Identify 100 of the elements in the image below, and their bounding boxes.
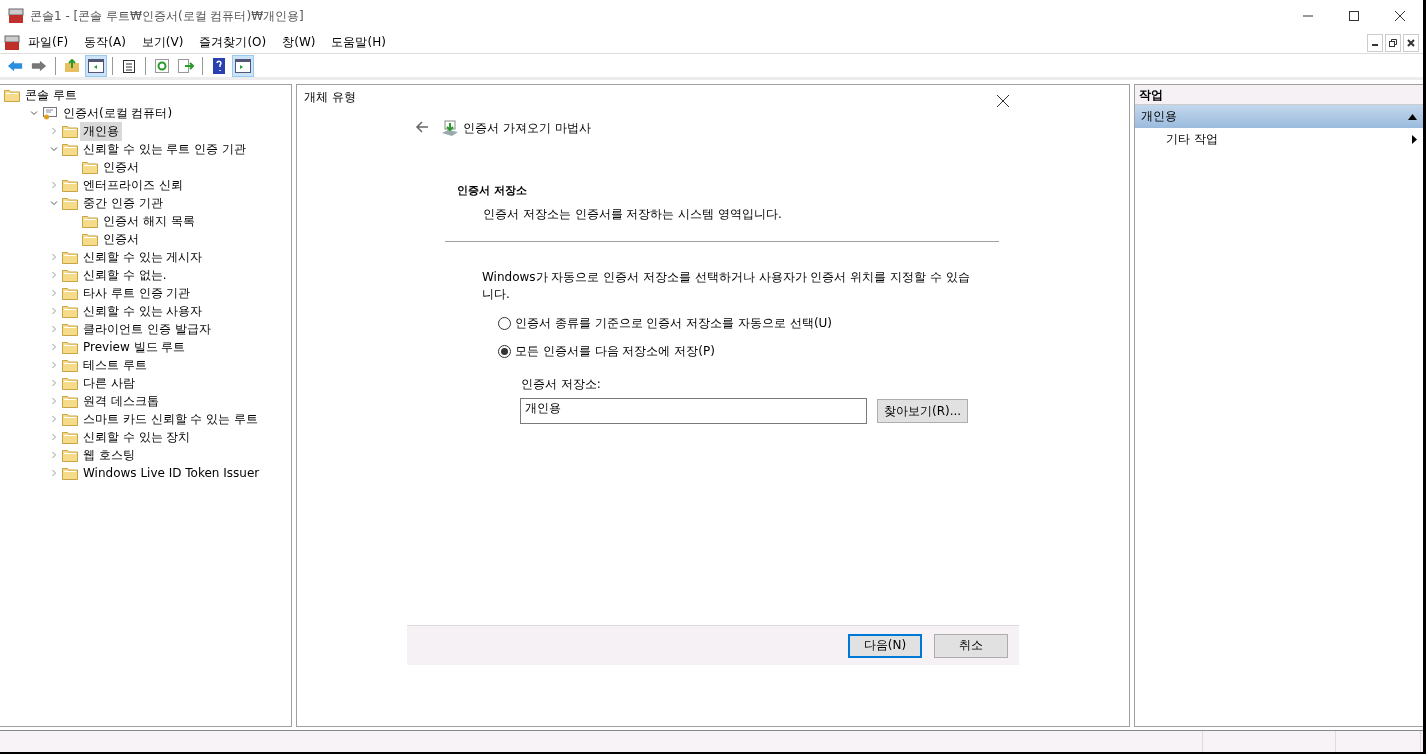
tree-item[interactable]: 중간 인증 기관	[80, 193, 166, 213]
folder-icon	[62, 124, 78, 138]
folder-icon	[62, 286, 78, 300]
folder-icon	[62, 358, 78, 372]
certificate-import-icon	[441, 119, 459, 137]
tree-item[interactable]: 원격 데스크톱	[80, 391, 162, 411]
chevron-icon	[30, 109, 38, 117]
folder-icon	[4, 88, 20, 102]
app-toolbox-icon	[4, 34, 20, 51]
action-item[interactable]: 기타 작업	[1135, 128, 1423, 150]
chevron-icon	[50, 325, 58, 333]
chevron-icon	[50, 253, 58, 261]
close-button[interactable]	[1403, 33, 1419, 52]
tree-item[interactable]: 인증서	[100, 157, 142, 177]
tree-item[interactable]: 스마트 카드 신뢰할 수 있는 루트	[80, 409, 262, 429]
folder-icon	[62, 466, 78, 480]
tree-item[interactable]: 다른 사람	[80, 373, 138, 393]
field-label: 인증서 저장소:	[521, 376, 602, 393]
menu-item[interactable]: 보기(V)	[133, 32, 192, 53]
chevron-icon	[50, 343, 58, 351]
tree-pane-icon[interactable]	[85, 54, 107, 77]
store-field[interactable]: 개인용	[520, 398, 867, 424]
tree-item[interactable]: 신뢰할 수 있는 장치	[80, 427, 194, 447]
folder-icon	[62, 448, 78, 462]
folder-icon	[62, 196, 78, 210]
minimize-button[interactable]	[1367, 33, 1383, 52]
tree-item[interactable]: 콘솔 루트	[22, 85, 80, 105]
tree-item[interactable]: 개인용	[80, 121, 122, 141]
tree-item[interactable]: 인증서(로컬 컴퓨터)	[60, 103, 176, 123]
folder-icon	[62, 178, 78, 192]
chevron-icon	[50, 361, 58, 369]
chevron-icon	[50, 289, 58, 297]
submenu-arrow-icon	[1412, 134, 1417, 144]
chevron-icon	[50, 469, 58, 477]
radio-option[interactable]: 모든 인증서를 다음 저장소에 저장(P)	[498, 343, 1019, 359]
chevron-icon	[50, 199, 58, 207]
tree-item[interactable]: 웹 호스팅	[80, 445, 138, 465]
menu-item[interactable]: 파일(F)	[20, 32, 77, 53]
chevron-icon	[50, 127, 58, 135]
chevron-icon	[50, 397, 58, 405]
restore-icon	[1389, 38, 1397, 47]
tree-item[interactable]: 인증서	[100, 229, 142, 249]
folder-icon	[62, 412, 78, 426]
tree-item[interactable]: 테스트 루트	[80, 355, 150, 375]
description-text: Windows가 자동으로 인증서 저장소를 선택하거나 사용자가 인증서 위치를 지정할 수 있습니다.	[482, 269, 971, 303]
folder-icon	[62, 430, 78, 444]
radio-option[interactable]: 인증서 종류를 기준으로 인증서 저장소를 자동으로 선택(U)	[498, 315, 1019, 331]
folder-icon	[62, 376, 78, 390]
chevron-icon	[50, 451, 58, 459]
menu-item[interactable]: 동작(A)	[76, 32, 134, 53]
folder-icon	[62, 394, 78, 408]
next-button[interactable]: 다음(N)	[848, 633, 922, 658]
close-icon	[1395, 11, 1405, 21]
action-pane-icon[interactable]	[232, 54, 254, 77]
column-header[interactable]: 개체 유형	[304, 89, 356, 106]
tree-item[interactable]: Windows Live ID Token Issuer	[80, 465, 263, 481]
menu-item[interactable]: 도움말(H)	[323, 32, 394, 53]
folder-icon	[62, 250, 78, 264]
cancel-button[interactable]: 취소	[934, 633, 1008, 658]
window-title: 콘솔1 - [콘솔 루트₩인증서(로컬 컴퓨터)₩개인용]	[30, 7, 304, 25]
tree-item[interactable]: 신뢰할 수 있는 사용자	[80, 301, 206, 321]
chevron-icon	[50, 181, 58, 189]
tree-item[interactable]: 인증서 해지 목록	[100, 211, 198, 231]
folder-icon	[62, 142, 78, 156]
wizard-title: 인증서 가져오기 마법사	[463, 119, 591, 137]
section-heading: 인증서 저장소	[457, 183, 528, 198]
tree-item[interactable]: 타사 루트 인증 기관	[80, 283, 194, 303]
chevron-icon	[50, 271, 58, 279]
close-icon	[1407, 38, 1415, 47]
folder-icon	[62, 322, 78, 336]
option-label: 인증서 종류를 기준으로 인증서 저장소를 자동으로 선택(U)	[515, 314, 833, 332]
certificate-icon	[42, 105, 58, 121]
app-toolbox-icon	[8, 8, 24, 24]
close-button[interactable]	[995, 93, 1011, 109]
folder-icon	[62, 340, 78, 354]
chevron-icon	[50, 433, 58, 441]
chevron-icon	[50, 415, 58, 423]
back-arrow-icon	[415, 120, 429, 134]
tree-item[interactable]: 엔터프라이즈 신뢰	[80, 175, 186, 195]
maximize-icon	[1349, 11, 1359, 21]
folder-icon	[62, 304, 78, 318]
restore-button[interactable]	[1385, 33, 1401, 52]
browse-button[interactable]: 찾아보기(R)...	[877, 399, 969, 423]
folder-icon	[82, 160, 98, 174]
tree-item[interactable]: 신뢰할 수 없는.	[80, 265, 170, 285]
tree-item[interactable]: 신뢰할 수 있는 게시자	[80, 247, 206, 267]
menu-item[interactable]: 즐겨찾기(O)	[191, 32, 275, 53]
folder-icon	[82, 214, 98, 228]
tree-item[interactable]: 신뢰할 수 있는 루트 인증 기관	[80, 139, 250, 159]
section-subtitle: 인증서 저장소는 인증서를 저장하는 시스템 영역입니다.	[483, 206, 783, 223]
actions-header: 작업	[1135, 85, 1423, 105]
action-group-header[interactable]: 개인용	[1135, 105, 1423, 128]
menu-item[interactable]: 창(W)	[274, 32, 324, 53]
tree-item[interactable]: Preview 빌드 루트	[80, 337, 189, 357]
close-icon	[997, 95, 1009, 107]
tree-item[interactable]: 클라이언트 인증 발급자	[80, 319, 214, 339]
folder-icon	[62, 268, 78, 282]
option-label: 모든 인증서를 다음 저장소에 저장(P)	[515, 342, 715, 360]
chevron-icon	[50, 379, 58, 387]
folder-icon	[82, 232, 98, 246]
